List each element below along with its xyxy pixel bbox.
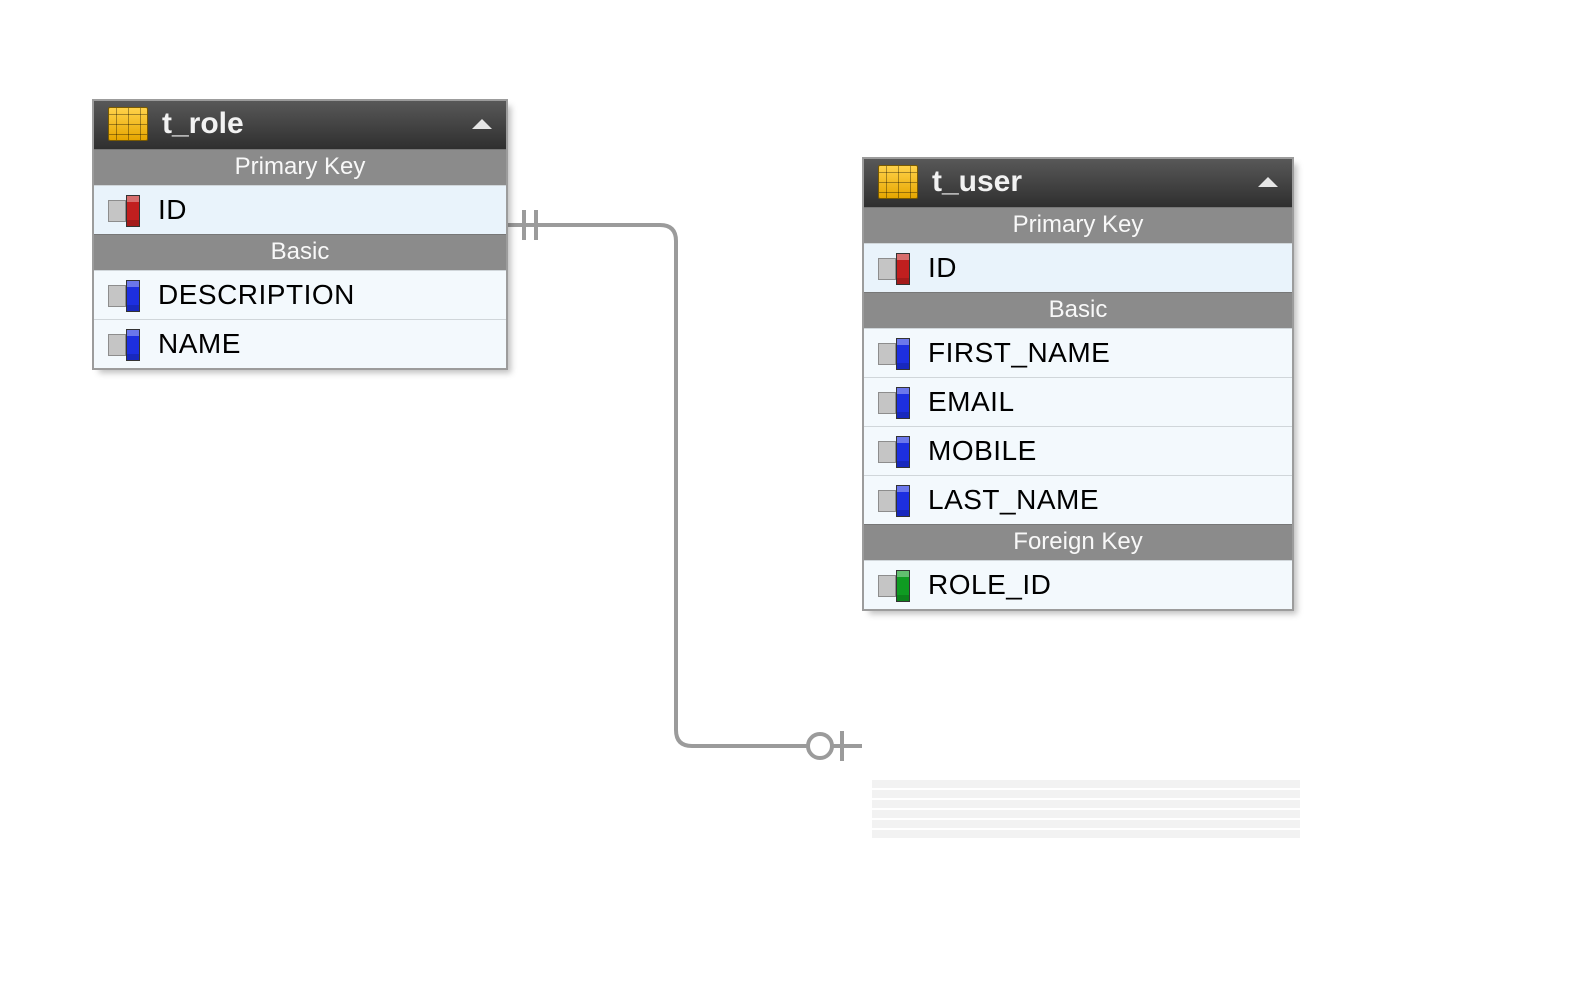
- column-row[interactable]: MOBILE: [864, 426, 1292, 475]
- entity-name: t_user: [932, 165, 1022, 199]
- table-icon: [108, 107, 148, 141]
- section-header-basic: Basic: [94, 234, 506, 270]
- section-header-pk: Primary Key: [864, 207, 1292, 243]
- collapse-icon[interactable]: [472, 119, 492, 129]
- column-row[interactable]: ID: [94, 185, 506, 234]
- column-row[interactable]: DESCRIPTION: [94, 270, 506, 319]
- basic-column-icon: [878, 338, 912, 368]
- column-name: FIRST_NAME: [928, 337, 1110, 369]
- column-name: MOBILE: [928, 435, 1037, 467]
- entity-title-t-role[interactable]: t_role: [94, 101, 506, 149]
- entity-title-t-user[interactable]: t_user: [864, 159, 1292, 207]
- column-row[interactable]: ROLE_ID: [864, 560, 1292, 609]
- basic-column-icon: [878, 436, 912, 466]
- column-row[interactable]: FIRST_NAME: [864, 328, 1292, 377]
- entity-t-user[interactable]: t_user Primary Key ID Basic FIRST_NAME E…: [862, 157, 1294, 611]
- stack-shadow: [872, 780, 1300, 850]
- section-header-basic: Basic: [864, 292, 1292, 328]
- basic-column-icon: [108, 280, 142, 310]
- column-row[interactable]: ID: [864, 243, 1292, 292]
- column-name: EMAIL: [928, 386, 1015, 418]
- column-name: NAME: [158, 328, 241, 360]
- collapse-icon[interactable]: [1258, 177, 1278, 187]
- entity-name: t_role: [162, 107, 244, 141]
- basic-column-icon: [878, 387, 912, 417]
- entity-t-role[interactable]: t_role Primary Key ID Basic DESCRIPTION …: [92, 99, 508, 370]
- column-name: LAST_NAME: [928, 484, 1099, 516]
- column-name: ROLE_ID: [928, 569, 1051, 601]
- fk-column-icon: [878, 570, 912, 600]
- section-header-fk: Foreign Key: [864, 524, 1292, 560]
- basic-column-icon: [108, 329, 142, 359]
- column-row[interactable]: NAME: [94, 319, 506, 368]
- column-row[interactable]: LAST_NAME: [864, 475, 1292, 524]
- section-header-pk: Primary Key: [94, 149, 506, 185]
- column-name: ID: [928, 252, 957, 284]
- column-row[interactable]: EMAIL: [864, 377, 1292, 426]
- pk-column-icon: [108, 195, 142, 225]
- erd-canvas: t_role Primary Key ID Basic DESCRIPTION …: [0, 0, 1592, 1002]
- table-icon: [878, 165, 918, 199]
- basic-column-icon: [878, 485, 912, 515]
- pk-column-icon: [878, 253, 912, 283]
- column-name: DESCRIPTION: [158, 279, 355, 311]
- column-name: ID: [158, 194, 187, 226]
